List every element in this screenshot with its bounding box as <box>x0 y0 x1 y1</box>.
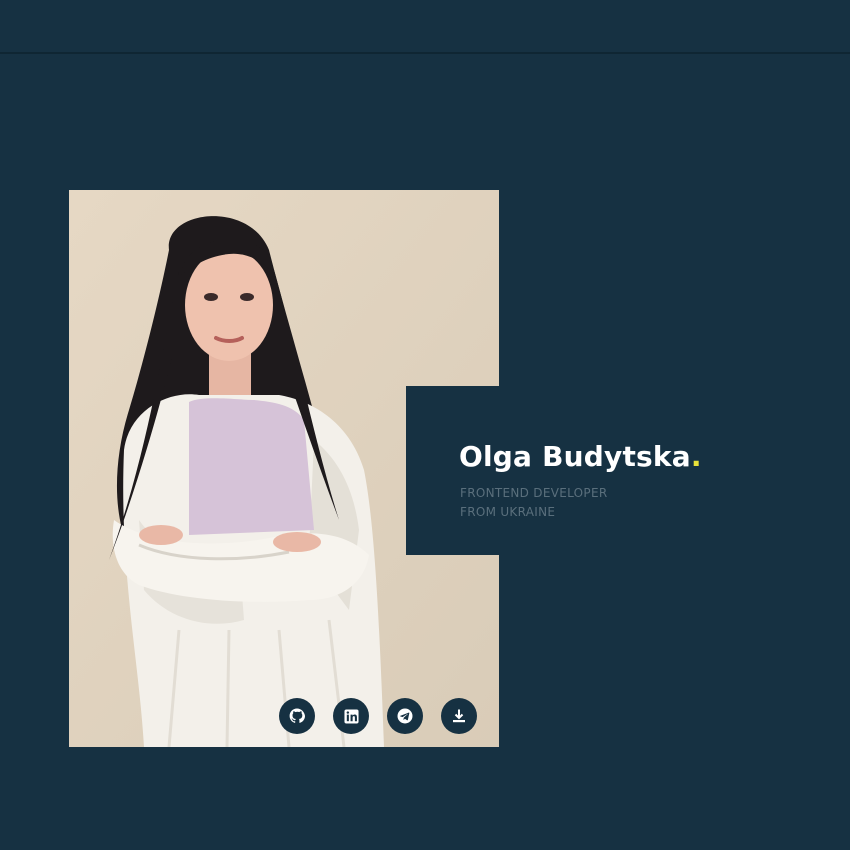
download-icon <box>453 709 465 723</box>
top-bar <box>0 0 850 54</box>
download-cv-button[interactable] <box>441 698 477 734</box>
linkedin-button[interactable] <box>333 698 369 734</box>
social-links <box>279 698 477 734</box>
profile-name-text: Olga Budytska <box>459 440 691 473</box>
subtitle-location: FROM UKRAINE <box>460 505 556 519</box>
linkedin-icon <box>343 708 359 724</box>
profile-subtitle: FRONTEND DEVELOPER FROM UKRAINE <box>460 484 607 522</box>
telegram-icon <box>397 708 413 724</box>
subtitle-role: FRONTEND DEVELOPER <box>460 486 608 500</box>
telegram-button[interactable] <box>387 698 423 734</box>
accent-dot: . <box>690 440 702 473</box>
github-button[interactable] <box>279 698 315 734</box>
github-icon <box>289 708 305 723</box>
profile-name: Olga Budytska. <box>459 440 702 473</box>
